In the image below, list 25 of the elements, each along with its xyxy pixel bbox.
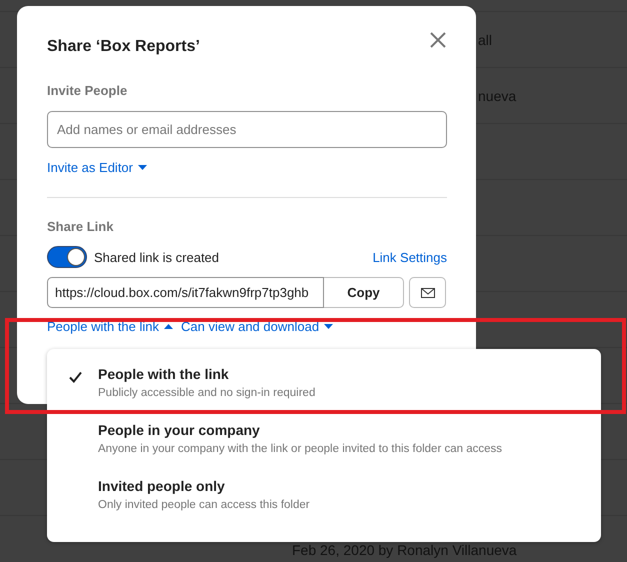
option-description: Anyone in your company with the link or people invited to this folder can access [98,443,502,455]
menu-item[interactable]: Invited people only Only invited people can access this folder [47,478,601,534]
option-description: Only invited people can access this folder [98,499,310,511]
envelope-icon [420,288,434,298]
section-label: Invite People [47,83,128,98]
access-dropdown[interactable]: People with the link [47,319,174,334]
checkmark-icon [69,371,82,383]
link-settings-link[interactable]: Link Settings [372,250,447,264]
section-label: Share Link [47,219,114,234]
email-button[interactable] [409,277,446,308]
toggle-switch[interactable] [47,246,87,268]
role-dropdown[interactable]: Invite as Editor [47,160,147,175]
permission-dropdown[interactable]: Can view and download [181,319,334,334]
option-title: People in your company [98,422,261,438]
option-title: People with the link [98,366,230,382]
option-title: Invited people only [98,478,226,494]
invite-field[interactable]: Add names or email addresses [47,111,447,148]
copy-button[interactable]: Copy [324,277,404,308]
toggle-label: Shared link is created [94,250,220,264]
url-field[interactable]: https://cloud.box.com/s/it7fakwn9frp7tp3ghb [47,277,324,308]
option-description: Publicly accessible and no sign-in required [98,387,316,399]
dialog-title: Share ‘Box Reports’ [47,38,200,56]
close-icon[interactable] [430,32,446,48]
menu-item[interactable]: People in your company Anyone in your company with the link or people invited to this folder can access [47,422,601,478]
menu-item[interactable]: People with the link Publicly accessible and no sign-in required [47,366,601,422]
